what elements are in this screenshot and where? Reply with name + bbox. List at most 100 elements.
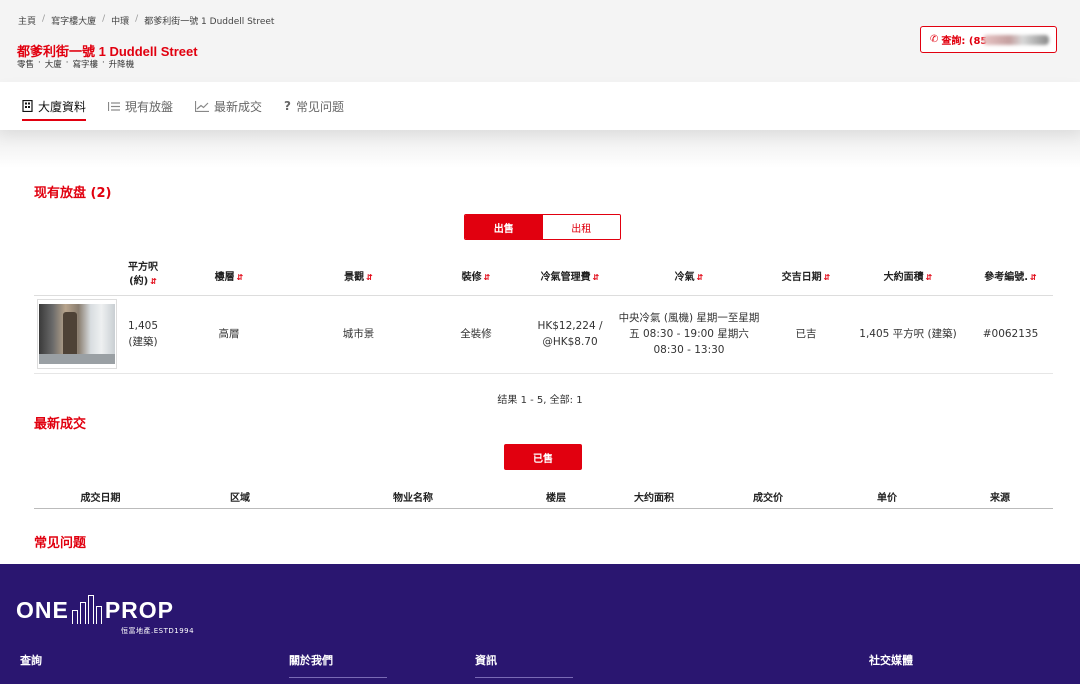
- col-approx-area[interactable]: 大約面積 ⇵: [848, 256, 968, 296]
- breadcrumb-home[interactable]: 主頁: [18, 14, 36, 27]
- sale-toggle-button[interactable]: 出售: [465, 215, 543, 239]
- logo-text-left: ONE: [16, 597, 69, 623]
- tag: 寫字樓: [72, 60, 98, 70]
- col-label: (約): [129, 276, 149, 288]
- tab-building-info[interactable]: 大廈資料: [22, 82, 87, 130]
- ac-fee-cell: HK$12,224 / @HK$8.70: [526, 295, 614, 374]
- sort-icon: ⇵: [592, 272, 600, 282]
- redacted-phone: [983, 35, 1049, 45]
- tag-separator: ·: [38, 58, 41, 68]
- breadcrumb-office[interactable]: 寫字樓大廈: [51, 14, 96, 27]
- tag: 升降機: [108, 60, 135, 70]
- sort-icon: ⇵: [483, 272, 491, 282]
- col-label: 裝修: [461, 271, 482, 283]
- footer-social-heading: 社交媒體: [869, 654, 913, 667]
- listing-photo-cell: [34, 295, 119, 374]
- tab-label: 常见问题: [296, 99, 345, 114]
- col-tx-area: 大约面积: [599, 486, 709, 509]
- tab-listings[interactable]: 現有放盤: [108, 82, 173, 130]
- faq-title: 常见问题: [34, 536, 87, 551]
- col-label: 參考編號.: [984, 271, 1029, 283]
- ac-fee-value: HK$12,224 /: [537, 320, 603, 332]
- table-header-row: 成交日期 区域 物业名称 楼层 大约面积 成交价 单价 来源: [34, 486, 1053, 509]
- sort-icon: ⇵: [823, 272, 831, 282]
- logo-text-right: PROP: [104, 597, 175, 623]
- list-icon: [108, 101, 121, 111]
- phone-icon: ✆: [930, 34, 939, 45]
- tag-separator: ·: [101, 58, 105, 68]
- sort-icon: ⇵: [150, 277, 157, 287]
- col-ac-fee[interactable]: 冷氣管理費 ⇵: [526, 256, 614, 296]
- tag-separator: ·: [65, 58, 69, 68]
- floor-cell: 高層: [167, 295, 291, 374]
- col-tx-date: 成交日期: [34, 486, 167, 509]
- breadcrumb-current: 都爹利街一號 1 Duddell Street: [144, 17, 275, 27]
- col-area[interactable]: 平方呎 (約) ⇵: [119, 256, 167, 296]
- sort-icon: ⇵: [1030, 272, 1037, 282]
- tag: 零售: [17, 60, 35, 70]
- col-tx-source: 来源: [947, 486, 1053, 509]
- sold-filter-button[interactable]: 已售: [504, 444, 582, 470]
- breadcrumb-separator: /: [102, 14, 106, 24]
- tab-label: 現有放盤: [125, 99, 174, 114]
- building-icon: [22, 100, 33, 112]
- ref-cell: #0062135: [968, 295, 1053, 374]
- col-label: 景觀: [344, 271, 365, 283]
- transactions-table: 成交日期 区域 物业名称 楼层 大约面积 成交价 单价 来源: [34, 486, 1053, 509]
- breadcrumb: 主頁 / 寫字樓大廈 / 中環 / 都爹利街一號 1 Duddell Stree…: [18, 14, 274, 27]
- footer-enquiry-heading: 查詢: [20, 654, 42, 667]
- footer-about-heading: 關於我們: [289, 652, 387, 678]
- breadcrumb-district[interactable]: 中環: [111, 14, 129, 27]
- sort-icon: ⇵: [236, 272, 244, 282]
- sort-icon: ⇵: [696, 272, 704, 282]
- oneprop-logo[interactable]: ONE PROP: [16, 594, 174, 624]
- col-label: 樓層: [214, 271, 235, 283]
- col-tx-property: 物业名称: [313, 486, 513, 509]
- view-cell: 城市景: [291, 295, 426, 374]
- tag: 大廈: [44, 60, 62, 70]
- office-photo-image: [38, 304, 115, 364]
- col-decoration[interactable]: 裝修 ⇵: [426, 256, 526, 296]
- sort-icon: ⇵: [925, 272, 933, 282]
- col-ac[interactable]: 冷氣 ⇵: [614, 256, 764, 296]
- col-tx-district: 区域: [167, 486, 313, 509]
- sale-rent-toggle: 出售 出租: [464, 214, 621, 240]
- listings-table: 平方呎 (約) ⇵ 樓層 ⇵ 景觀 ⇵ 裝修 ⇵ 冷氣管理費 ⇵ 冷氣 ⇵ 交吉日期 ⇵ 大約面…: [34, 256, 1053, 374]
- enquiry-button[interactable]: ✆ 查詢: (85: [920, 26, 1057, 53]
- footer-heading-underline: [289, 677, 387, 678]
- breadcrumb-separator: /: [42, 14, 46, 24]
- col-label: 冷氣管理費: [540, 271, 591, 283]
- rent-toggle-button[interactable]: 出租: [542, 215, 620, 239]
- col-floor[interactable]: 樓層 ⇵: [167, 256, 291, 296]
- col-tx-unit-price: 单价: [827, 486, 947, 509]
- ac-fee-rate: @HK$8.70: [542, 336, 598, 348]
- table-row[interactable]: 1,405 (建築) 高層 城市景 全裝修 HK$12,224 / @HK$8.70…: [34, 295, 1053, 374]
- listing-photo[interactable]: [36, 299, 117, 369]
- sort-icon: ⇵: [366, 272, 373, 282]
- col-ref[interactable]: 參考編號. ⇵: [968, 256, 1053, 296]
- tab-label: 大廈資料: [38, 99, 87, 114]
- decoration-cell: 全裝修: [426, 295, 526, 374]
- chart-icon: [195, 100, 210, 112]
- area-cell: 1,405 (建築): [119, 295, 167, 374]
- tab-transactions[interactable]: 最新成交: [195, 82, 262, 130]
- transactions-title: 最新成交: [34, 417, 87, 432]
- skyline-icon: [71, 594, 102, 624]
- vacant-cell: 已吉: [764, 295, 848, 374]
- col-vacant[interactable]: 交吉日期 ⇵: [764, 256, 848, 296]
- tab-faq[interactable]: ? 常见问题: [284, 82, 344, 130]
- divider-shadow: [0, 130, 1080, 168]
- question-icon: ?: [284, 99, 292, 113]
- col-label: 大約面積: [883, 271, 924, 283]
- approx-area-cell: 1,405 平方呎 (建築): [848, 295, 968, 374]
- building-header: 主頁 / 寫字樓大廈 / 中環 / 都爹利街一號 1 Duddell Stree…: [0, 0, 1080, 82]
- listings-title: 现有放盘 (2): [34, 186, 112, 201]
- section-tabs: 大廈資料 現有放盤 最新成交 ? 常见问题: [0, 82, 1080, 130]
- footer-heading-label: 關於我們: [289, 654, 333, 667]
- col-view[interactable]: 景觀 ⇵: [291, 256, 426, 296]
- footer-heading-underline: [475, 677, 573, 678]
- table-header-row: 平方呎 (約) ⇵ 樓層 ⇵ 景觀 ⇵ 裝修 ⇵ 冷氣管理費 ⇵ 冷氣 ⇵ 交吉日期 ⇵ 大約面…: [34, 256, 1053, 296]
- col-label: 平方呎: [128, 262, 158, 274]
- area-value: 1,405: [127, 320, 159, 332]
- col-photo: [34, 256, 119, 296]
